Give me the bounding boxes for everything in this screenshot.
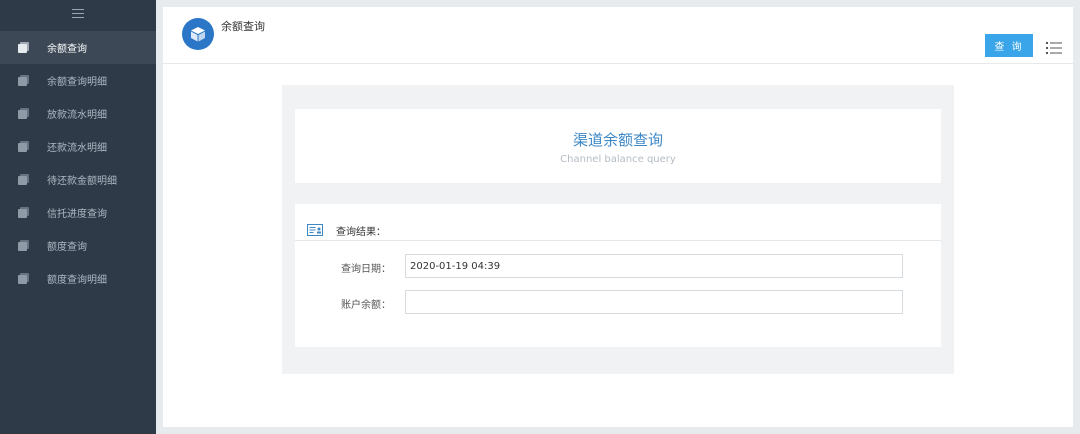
card-subtitle: Channel balance query xyxy=(560,154,676,165)
main-panel: 余额查询 查 询 渠道余额查询 Channel balance query 查询… xyxy=(163,7,1073,427)
card-title: 渠道余额查询 xyxy=(572,131,663,149)
document-icon xyxy=(18,141,29,152)
sidebar-item-label: 余额查询 xyxy=(47,44,87,55)
account-balance-field[interactable] xyxy=(405,290,903,314)
sidebar-item-label: 还款流水明细 xyxy=(47,143,107,154)
account-balance-row: 账户余额： xyxy=(295,290,941,314)
document-icon xyxy=(18,42,29,53)
sidebar: 余额查询 余额查询明细 放款流水明细 还款流水明细 待还款金额明细 信托进度查询… xyxy=(0,0,156,434)
page-title: 余额查询 xyxy=(221,20,265,33)
sidebar-item-repay-flow[interactable]: 还款流水明细 xyxy=(0,130,156,163)
logo-cube-icon xyxy=(182,18,214,50)
sidebar-item-label: 余额查询明细 xyxy=(47,77,107,88)
sidebar-item-label: 信托进度查询 xyxy=(47,209,107,220)
sidebar-item-quota-query[interactable]: 额度查询 xyxy=(0,229,156,262)
sidebar-item-label: 额度查询 xyxy=(47,242,87,253)
document-icon xyxy=(18,207,29,218)
sidebar-item-loan-flow[interactable]: 放款流水明细 xyxy=(0,97,156,130)
result-header: 查询结果： xyxy=(295,221,941,241)
query-date-row: 查询日期： xyxy=(295,254,941,278)
account-balance-label: 账户余额： xyxy=(341,300,391,311)
content-area: 渠道余额查询 Channel balance query 查询结果： 查询日期：… xyxy=(282,85,954,374)
document-icon xyxy=(18,75,29,86)
query-button[interactable]: 查 询 xyxy=(985,34,1033,57)
result-heading: 查询结果： xyxy=(336,227,386,238)
query-date-label: 查询日期： xyxy=(341,264,391,275)
sidebar-item-trust-progress[interactable]: 信托进度查询 xyxy=(0,196,156,229)
result-card: 查询结果： 查询日期： 账户余额： xyxy=(295,204,941,347)
sidebar-item-balance-query[interactable]: 余额查询 xyxy=(0,31,156,64)
sidebar-item-balance-detail[interactable]: 余额查询明细 xyxy=(0,64,156,97)
sidebar-item-label: 放款流水明细 xyxy=(47,110,107,121)
sidebar-item-quota-detail[interactable]: 额度查询明细 xyxy=(0,262,156,295)
list-menu-icon[interactable] xyxy=(1046,39,1062,54)
sidebar-item-label: 额度查询明细 xyxy=(47,275,107,286)
query-date-field[interactable] xyxy=(405,254,903,278)
document-icon xyxy=(18,273,29,284)
sidebar-item-pending-repay[interactable]: 待还款金额明细 xyxy=(0,163,156,196)
document-icon xyxy=(18,108,29,119)
menu-toggle-icon[interactable] xyxy=(72,9,84,19)
sidebar-nav: 余额查询 余额查询明细 放款流水明细 还款流水明细 待还款金额明细 信托进度查询… xyxy=(0,31,156,295)
topbar: 余额查询 查 询 xyxy=(163,7,1073,64)
id-card-icon xyxy=(307,221,323,236)
sidebar-item-label: 待还款金额明细 xyxy=(47,176,117,187)
document-icon xyxy=(18,240,29,251)
title-card: 渠道余额查询 Channel balance query xyxy=(295,109,941,183)
document-icon xyxy=(18,174,29,185)
